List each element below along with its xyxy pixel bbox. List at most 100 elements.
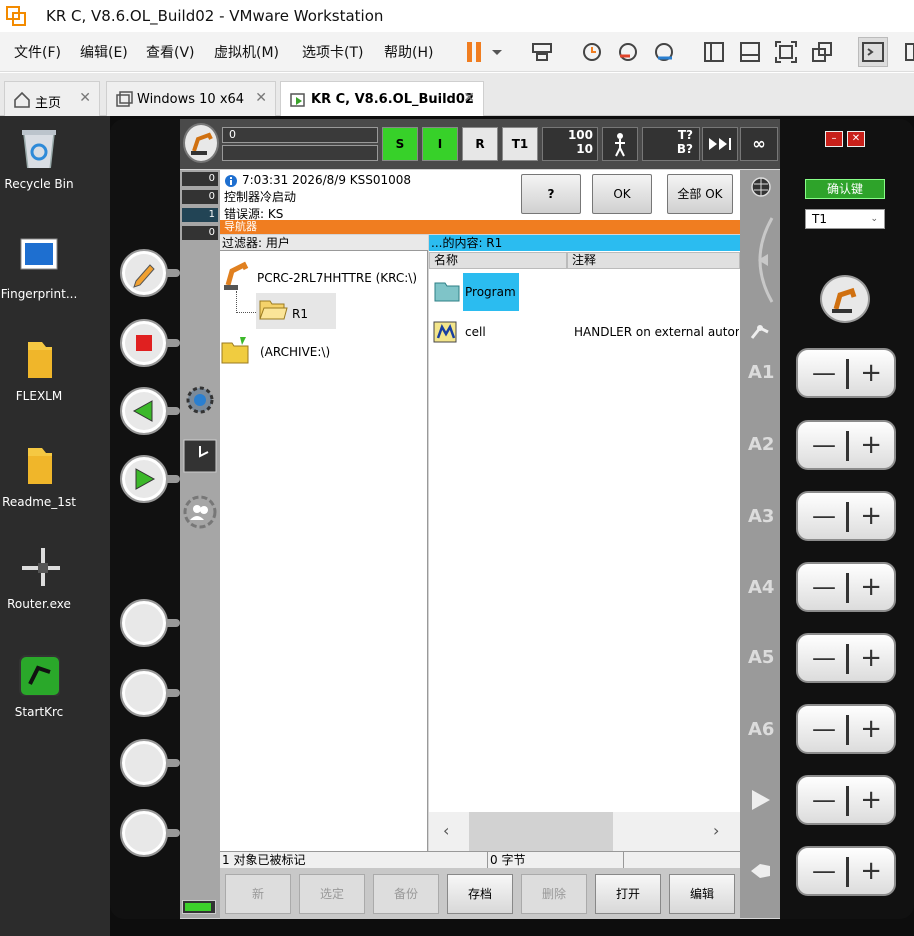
chevron-down-icon[interactable] <box>490 40 504 64</box>
ok-all-button[interactable]: 全部 OK <box>667 174 733 214</box>
unity-mode-icon[interactable] <box>810 40 834 64</box>
minus-icon[interactable]: — <box>812 575 836 599</box>
new-button[interactable]: 新 <box>225 874 291 914</box>
submit-status-button[interactable]: S <box>382 127 418 161</box>
edit-pencil-button[interactable] <box>120 249 168 297</box>
program-name-field[interactable] <box>222 145 378 161</box>
snapshot-manager-icon[interactable] <box>652 40 676 64</box>
menu-tabs[interactable]: 选项卡(T) <box>302 42 363 62</box>
column-comment[interactable]: 注释 <box>567 252 740 269</box>
minus-icon[interactable]: — <box>812 361 836 385</box>
globe-icon[interactable] <box>750 176 772 198</box>
horizontal-scrollbar[interactable]: ‹ › <box>429 812 740 852</box>
start-forward-button[interactable] <box>120 455 168 503</box>
tool-icon[interactable] <box>748 320 772 344</box>
jog-a3[interactable]: — + <box>796 491 896 541</box>
chevron-left-icon[interactable]: ‹ <box>443 821 449 840</box>
menu-file[interactable]: 文件(F) <box>14 42 61 62</box>
users-icon[interactable] <box>182 494 218 530</box>
tree-item-krc[interactable]: PCRC-2RL7HHTTRE (KRC:\) <box>222 257 422 291</box>
user-key-2-button[interactable] <box>120 669 168 717</box>
minus-icon[interactable]: — <box>812 859 836 883</box>
close-icon[interactable]: ✕ <box>847 131 865 147</box>
minus-icon[interactable]: — <box>812 504 836 528</box>
ok-button[interactable]: OK <box>592 174 652 214</box>
mode-select[interactable]: T1 ⌄ <box>805 209 885 229</box>
plus-icon[interactable]: + <box>860 787 882 813</box>
drives-status-button[interactable]: I <box>422 127 458 161</box>
program-run-mode-button[interactable] <box>602 127 638 161</box>
msg-count-info[interactable]: 1 <box>182 208 218 222</box>
minimize-icon[interactable]: – <box>825 131 843 147</box>
fullscreen-icon[interactable] <box>774 40 798 64</box>
plus-icon[interactable]: + <box>860 574 882 600</box>
plus-icon[interactable]: + <box>860 858 882 884</box>
tab-windows10[interactable]: Windows 10 x64 ✕ <box>106 81 276 116</box>
jog-a6[interactable]: — + <box>796 704 896 754</box>
minus-icon[interactable]: — <box>812 717 836 741</box>
desktop-icon-fingerprint[interactable]: Fingerprint... <box>0 236 78 301</box>
list-item[interactable]: cell HANDLER on external automat <box>433 317 739 347</box>
more-icon[interactable] <box>902 40 914 64</box>
incremental-jog-button[interactable] <box>702 127 738 161</box>
backup-button[interactable]: 备份 <box>373 874 439 914</box>
menu-vm[interactable]: 虚拟机(M) <box>214 42 279 62</box>
plus-icon[interactable]: + <box>860 716 882 742</box>
stop-button[interactable] <box>120 319 168 367</box>
close-icon[interactable]: ✕ <box>255 90 267 106</box>
menu-edit[interactable]: 编辑(E) <box>80 42 128 62</box>
jog-a1[interactable]: — + <box>796 348 896 398</box>
minus-icon[interactable]: — <box>812 646 836 670</box>
tree-item-r1[interactable]: R1 <box>256 293 336 329</box>
tree-item-archive[interactable]: (ARCHIVE:\) <box>220 335 420 367</box>
column-name[interactable]: 名称 <box>429 252 567 269</box>
confirm-key-button[interactable]: 确认键 <box>805 179 885 199</box>
infinite-jog-button[interactable]: ∞ <box>740 127 778 161</box>
desktop-icon-flexlm[interactable]: FLEXLM <box>0 338 78 403</box>
desktop-icon-startkrc[interactable]: StartKrc <box>0 654 78 719</box>
delete-button[interactable]: 删除 <box>521 874 587 914</box>
close-icon[interactable]: ✕ <box>79 90 91 106</box>
clock-icon[interactable] <box>182 438 218 474</box>
space-mouse-icon[interactable] <box>746 210 776 310</box>
tab-home[interactable]: 主页 ✕ <box>4 81 100 116</box>
minus-icon[interactable]: — <box>812 788 836 812</box>
msg-count-ack[interactable]: 0 <box>182 172 218 186</box>
user-key-3-button[interactable] <box>120 739 168 787</box>
jog-override[interactable]: — + <box>796 846 896 896</box>
list-item[interactable]: Program <box>433 273 739 311</box>
robot-name-field[interactable]: 0 <box>222 127 378 143</box>
jog-a2[interactable]: — + <box>796 420 896 470</box>
sidebar-toggle-icon[interactable] <box>702 40 726 64</box>
config-gear-icon[interactable] <box>182 382 218 418</box>
desktop-icon-router[interactable]: Router.exe <box>0 546 78 611</box>
start-backward-button[interactable] <box>120 387 168 435</box>
user-key-4-button[interactable] <box>120 809 168 857</box>
msg-count-status[interactable]: 0 <box>182 190 218 204</box>
chevron-right-icon[interactable]: › <box>713 821 719 840</box>
jog-e1[interactable]: — + <box>796 775 896 825</box>
revert-snapshot-icon[interactable] <box>616 40 640 64</box>
select-button[interactable]: 选定 <box>299 874 365 914</box>
archive-button[interactable]: 存档 <box>447 874 513 914</box>
desktop-icon-readme[interactable]: Readme_1st <box>0 444 78 509</box>
active-tool-base-button[interactable]: T? B? <box>642 127 700 161</box>
override-button[interactable]: 100 10 <box>542 127 598 161</box>
jog-a4[interactable]: — + <box>796 562 896 612</box>
scrollbar-thumb[interactable] <box>469 812 613 852</box>
console-view-icon[interactable] <box>858 37 888 67</box>
plus-icon[interactable]: + <box>860 503 882 529</box>
plus-icon[interactable]: + <box>860 432 882 458</box>
menu-view[interactable]: 查看(V) <box>146 42 195 62</box>
plus-icon[interactable]: + <box>860 645 882 671</box>
plus-icon[interactable]: + <box>860 360 882 386</box>
menu-help[interactable]: 帮助(H) <box>384 42 433 62</box>
operating-mode-button[interactable]: T1 <box>502 127 538 161</box>
msg-count-dialog[interactable]: 0 <box>182 226 218 240</box>
pause-icon[interactable] <box>463 40 487 64</box>
send-ctrl-alt-del-icon[interactable] <box>530 40 554 64</box>
open-button[interactable]: 打开 <box>595 874 661 914</box>
desktop-icon-recycle-bin[interactable]: Recycle Bin <box>0 126 78 191</box>
robot-key-button[interactable] <box>820 275 870 323</box>
kuka-main-menu-button[interactable] <box>183 123 219 163</box>
